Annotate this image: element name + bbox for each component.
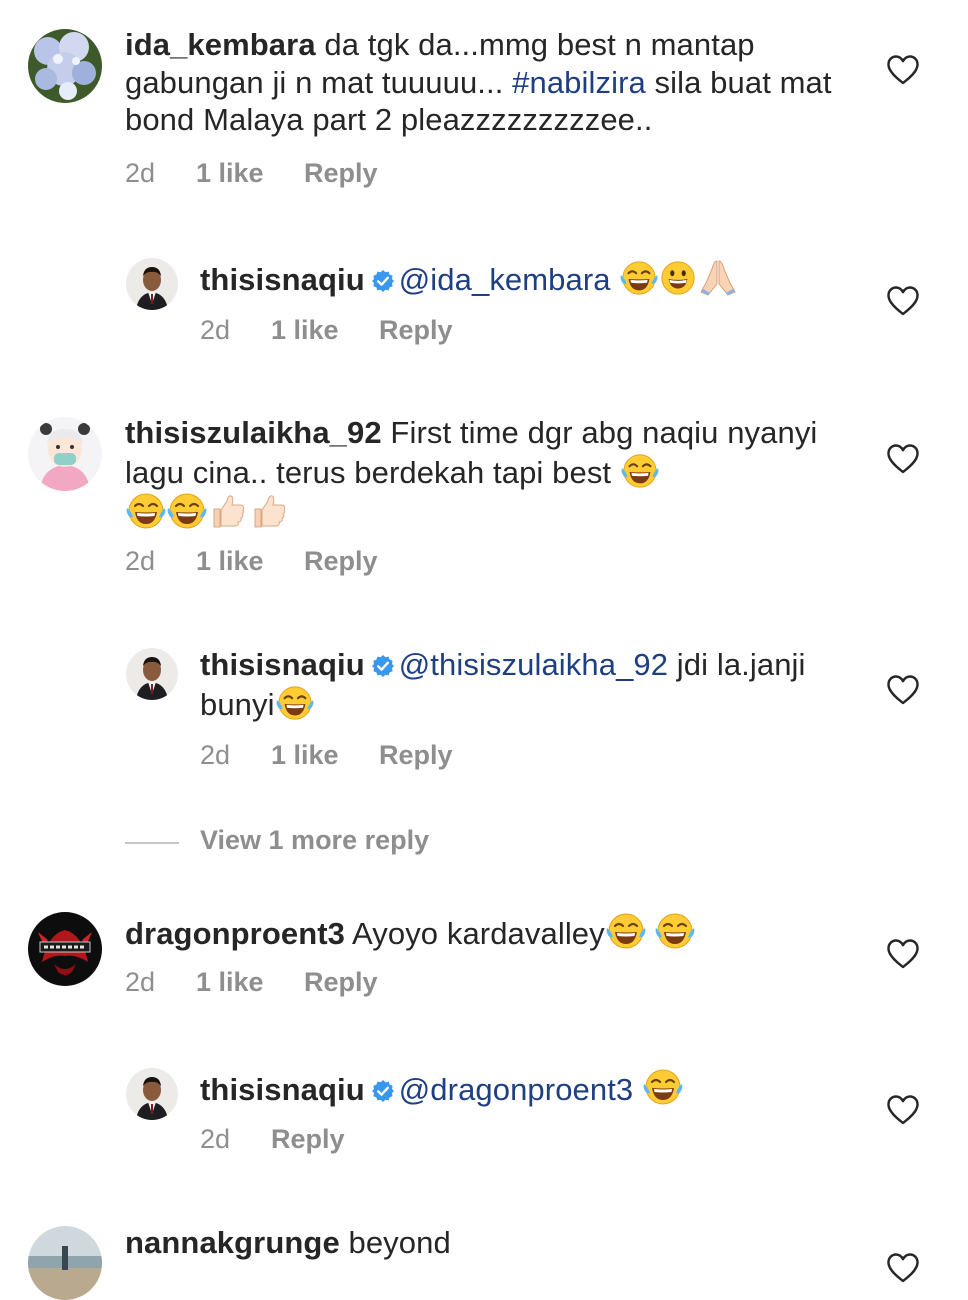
reply-button[interactable]: Reply	[379, 740, 453, 771]
heart-icon[interactable]	[886, 938, 920, 970]
timestamp[interactable]: 2d	[125, 158, 196, 189]
avatar[interactable]	[126, 648, 178, 700]
tears-of-joy-emoji-icon	[606, 911, 646, 951]
view-more-label[interactable]: View 1 more reply	[200, 825, 429, 856]
thumbs-up-emoji-icon	[249, 491, 289, 531]
reply-button[interactable]: Reply	[304, 546, 378, 577]
comment-meta: 2d 1 like Reply	[200, 315, 453, 346]
reply-button[interactable]: Reply	[379, 315, 453, 346]
tears-of-joy-emoji-icon	[621, 452, 659, 490]
mention-link[interactable]: @dragonproent3	[399, 1072, 634, 1107]
verified-badge-icon	[371, 269, 395, 293]
comment-text: thisisnaqiu @dragonproent3	[200, 1067, 820, 1109]
verified-badge-icon	[371, 654, 395, 678]
verified-badge-icon	[371, 1079, 395, 1103]
mention-link[interactable]: @thisiszulaikha_92	[399, 647, 668, 682]
timestamp[interactable]: 2d	[200, 315, 271, 346]
comment-text: nannakgrunge beyond	[125, 1224, 845, 1262]
heart-icon[interactable]	[886, 443, 920, 475]
username[interactable]: thisisnaqiu	[200, 647, 365, 682]
mention-link[interactable]: @ida_kembara	[399, 262, 611, 297]
likes-count[interactable]: 1 like	[196, 546, 304, 577]
comment-text: thisisnaqiu @thisiszulaikha_92 jdi la.jan…	[200, 646, 820, 723]
timestamp[interactable]: 2d	[200, 740, 271, 771]
timestamp[interactable]: 2d	[125, 967, 196, 998]
tears-of-joy-emoji-icon	[126, 491, 166, 531]
comment-meta: 2d 1 like Reply	[200, 740, 453, 771]
reply-button[interactable]: Reply	[271, 1124, 345, 1155]
tears-of-joy-emoji-icon	[643, 1067, 683, 1107]
username[interactable]: thisisnaqiu	[200, 262, 365, 297]
grinning-emoji-icon	[659, 259, 697, 297]
username[interactable]: thisiszulaikha_92	[125, 415, 382, 450]
comment-body: beyond	[339, 1225, 451, 1260]
comment-meta: 2d 1 like Reply	[125, 967, 378, 998]
heart-icon[interactable]	[886, 285, 920, 317]
heart-icon[interactable]	[886, 674, 920, 706]
hashtag-link[interactable]: #nabilzira	[512, 65, 646, 100]
divider-line	[125, 842, 179, 844]
reply-button[interactable]: Reply	[304, 158, 378, 189]
heart-icon[interactable]	[886, 1252, 920, 1284]
avatar[interactable]	[28, 912, 102, 986]
tears-of-joy-emoji-icon	[655, 911, 695, 951]
tears-of-joy-emoji-icon	[620, 259, 658, 297]
avatar[interactable]	[126, 1068, 178, 1120]
timestamp[interactable]: 2d	[200, 1124, 271, 1155]
folded-hands-emoji-icon	[698, 257, 738, 297]
reply-button[interactable]: Reply	[304, 967, 378, 998]
likes-count[interactable]: 1 like	[196, 967, 304, 998]
comment-body	[633, 1072, 642, 1107]
comment-text: ida_kembara da tgk da...mmg best n manta…	[125, 26, 845, 139]
comment-text: thisiszulaikha_92 First time dgr abg naq…	[125, 414, 845, 533]
username[interactable]: dragonproent3	[125, 916, 345, 951]
avatar[interactable]	[28, 29, 102, 103]
tears-of-joy-emoji-icon	[167, 491, 207, 531]
comment-meta: 2d Reply	[200, 1124, 345, 1155]
likes-count[interactable]: 1 like	[196, 158, 304, 189]
thumbs-up-emoji-icon	[208, 491, 248, 531]
comment-meta: 2d 1 like Reply	[125, 158, 378, 189]
username[interactable]: ida_kembara	[125, 27, 316, 62]
avatar[interactable]	[28, 1226, 102, 1300]
heart-icon[interactable]	[886, 54, 920, 86]
likes-count[interactable]: 1 like	[271, 315, 379, 346]
comment-meta: 2d 1 like Reply	[125, 546, 378, 577]
tears-of-joy-emoji-icon	[276, 684, 314, 722]
username[interactable]: nannakgrunge	[125, 1225, 340, 1260]
comment-text: dragonproent3 Ayoyo kardavalley	[125, 911, 845, 953]
avatar[interactable]	[28, 417, 102, 491]
comment-text: thisisnaqiu @ida_kembara	[200, 257, 820, 299]
username[interactable]: thisisnaqiu	[200, 1072, 365, 1107]
timestamp[interactable]: 2d	[125, 546, 196, 577]
heart-icon[interactable]	[886, 1094, 920, 1126]
likes-count[interactable]: 1 like	[271, 740, 379, 771]
avatar[interactable]	[126, 258, 178, 310]
comment-body: Ayoyo kardavalley	[345, 916, 605, 951]
